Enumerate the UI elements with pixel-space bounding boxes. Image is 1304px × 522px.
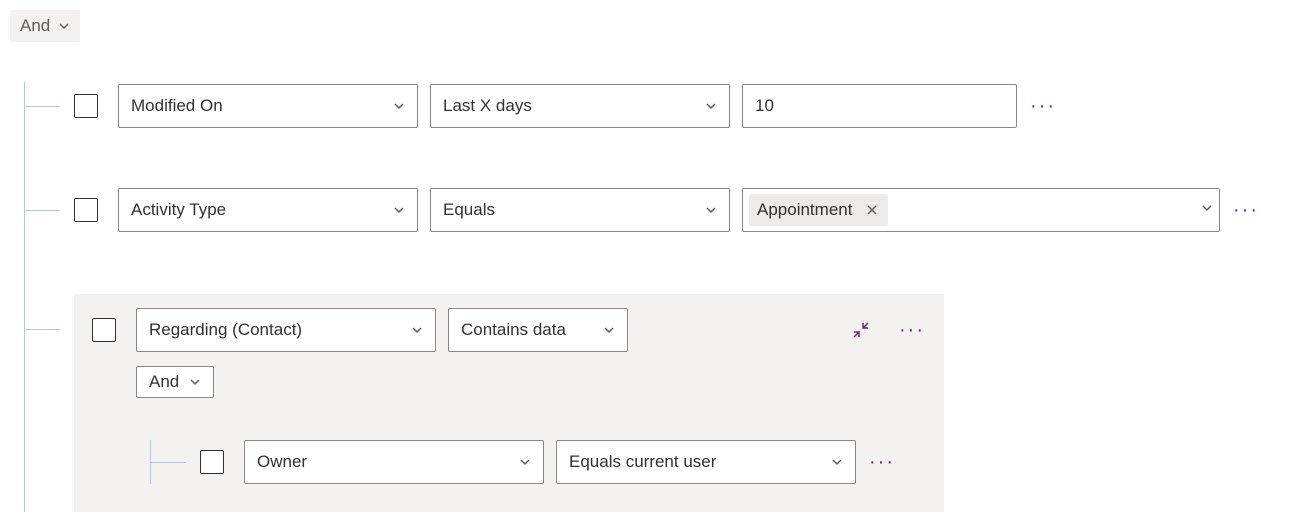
- chevron-down-icon: [705, 100, 717, 112]
- condition-tree: Modified On Last X days ··· Activity Typ…: [24, 82, 1294, 512]
- field-label: Owner: [257, 452, 307, 472]
- operator-dropdown[interactable]: Equals current user: [556, 440, 856, 484]
- value-input[interactable]: [742, 84, 1017, 128]
- row-more-button[interactable]: ···: [868, 448, 896, 476]
- more-icon: ···: [869, 452, 895, 472]
- nested-group-operator-label: And: [149, 372, 179, 392]
- collapse-button[interactable]: [848, 317, 874, 343]
- tree-connector-horizontal: [24, 210, 60, 211]
- row-checkbox[interactable]: [200, 450, 224, 474]
- operator-label: Equals current user: [569, 452, 716, 472]
- operator-label: Last X days: [443, 96, 532, 116]
- chevron-down-icon: [519, 456, 531, 468]
- condition-row: Owner Equals current user ···: [150, 440, 926, 484]
- chevron-down-icon: [1201, 202, 1213, 214]
- related-entity-panel: Regarding (Contact) Contains data: [74, 294, 944, 512]
- tree-connector-horizontal: [24, 106, 60, 107]
- row-more-button[interactable]: ···: [1029, 92, 1057, 120]
- condition-row: Modified On Last X days ···: [24, 82, 1294, 130]
- field-label: Modified On: [131, 96, 223, 116]
- chevron-down-icon: [705, 204, 717, 216]
- tag-remove-button[interactable]: [864, 202, 880, 218]
- group-operator[interactable]: And: [10, 10, 80, 42]
- value-tagbox[interactable]: Appointment: [742, 188, 1220, 232]
- more-icon: ···: [1233, 200, 1259, 220]
- tree-connector-horizontal: [150, 462, 186, 463]
- field-dropdown[interactable]: Owner: [244, 440, 544, 484]
- row-checkbox[interactable]: [74, 198, 98, 222]
- more-icon: ···: [899, 320, 925, 340]
- group-more-button[interactable]: ···: [898, 316, 926, 344]
- row-more-button[interactable]: ···: [1232, 196, 1260, 224]
- nested-tree: Owner Equals current user ···: [150, 440, 926, 484]
- more-icon: ···: [1030, 96, 1056, 116]
- entity-dropdown[interactable]: Regarding (Contact): [136, 308, 436, 352]
- chevron-down-icon: [603, 324, 615, 336]
- chevron-down-icon: [393, 204, 405, 216]
- tree-connector-horizontal: [24, 329, 60, 330]
- field-label: Activity Type: [131, 200, 226, 220]
- chevron-down-icon: [393, 100, 405, 112]
- field-dropdown[interactable]: Modified On: [118, 84, 418, 128]
- collapse-icon: [852, 321, 870, 339]
- tag: Appointment: [749, 194, 888, 226]
- tag-label: Appointment: [757, 200, 852, 220]
- chevron-down-icon: [831, 456, 843, 468]
- nested-group: And Owner Equa: [136, 366, 926, 484]
- entity-condition-dropdown[interactable]: Contains data: [448, 308, 628, 352]
- group-operator-label: And: [20, 16, 50, 36]
- operator-label: Equals: [443, 200, 495, 220]
- operator-dropdown[interactable]: Equals: [430, 188, 730, 232]
- row-checkbox[interactable]: [92, 318, 116, 342]
- condition-row: Activity Type Equals Appointment: [24, 186, 1294, 234]
- entity-label: Regarding (Contact): [149, 320, 302, 340]
- related-entity-group: Regarding (Contact) Contains data: [24, 294, 1294, 512]
- row-checkbox[interactable]: [74, 94, 98, 118]
- filter-builder: And Modified On Last X days ···: [10, 10, 1294, 512]
- close-icon: [866, 204, 878, 216]
- nested-group-operator[interactable]: And: [136, 366, 214, 398]
- chevron-down-icon: [189, 376, 201, 388]
- related-entity-header: Regarding (Contact) Contains data: [92, 308, 926, 352]
- chevron-down-icon: [58, 20, 70, 32]
- entity-condition-label: Contains data: [461, 320, 566, 340]
- tagbox-caret: [1193, 201, 1213, 219]
- chevron-down-icon: [411, 324, 423, 336]
- field-dropdown[interactable]: Activity Type: [118, 188, 418, 232]
- operator-dropdown[interactable]: Last X days: [430, 84, 730, 128]
